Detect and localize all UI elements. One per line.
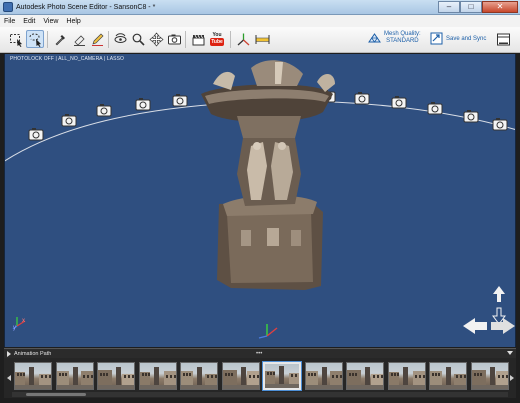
filmstrip-scroll-thumb[interactable] (26, 393, 86, 396)
eyedropper-button[interactable] (51, 30, 69, 48)
camera-button[interactable] (165, 30, 183, 48)
filmstrip-thumbnail[interactable] (97, 362, 135, 390)
collapse-panel-icon[interactable] (507, 351, 513, 355)
lasso-select-icon (29, 33, 41, 47)
menu-bar: File Edit View Help (0, 15, 520, 27)
svg-text:x: x (22, 318, 25, 324)
window-title: Autodesk Photo Scene Editor - SansonC8 -… (16, 3, 156, 11)
axis-button[interactable] (234, 30, 252, 48)
filmstrip-scrollbar[interactable] (12, 392, 508, 397)
rectangle-select-icon (9, 33, 22, 47)
svg-text:y: y (13, 325, 16, 331)
camera-marker-icon (135, 98, 151, 111)
layout-icon (496, 33, 510, 45)
mesh-quality-icon (368, 32, 381, 43)
animation-path-bar[interactable]: Animation Path ••• (4, 348, 516, 358)
save-and-sync-label: Save and Sync (446, 35, 487, 42)
orbit-icon (114, 32, 126, 43)
expand-triangle-icon (7, 350, 11, 357)
pan-button[interactable] (147, 30, 165, 48)
menu-view[interactable]: View (39, 18, 62, 25)
viewport-3d[interactable]: PHOTOLOCK OFF | ALL_NO_CAMERA | LASSO y … (4, 54, 516, 347)
camera-marker-icon (96, 104, 112, 117)
camera-marker-icon (172, 94, 188, 107)
panel-grip[interactable]: ••• (256, 351, 262, 357)
camera-marker-icon (354, 92, 370, 105)
fountain-mesh (201, 60, 335, 290)
zoom-icon (132, 33, 145, 46)
eraser-button[interactable] (70, 30, 88, 48)
menu-help[interactable]: Help (62, 18, 84, 25)
youtube-button[interactable]: You Tube (208, 30, 226, 48)
lasso-select-button[interactable] (26, 30, 44, 48)
zoom-button[interactable] (129, 30, 147, 48)
camera-marker-icon (28, 128, 44, 141)
axis-icon (237, 33, 249, 45)
close-button[interactable]: ✕ (482, 0, 518, 13)
toolbar-separator (230, 31, 231, 48)
arrow-right-icon (509, 375, 514, 381)
youtube-icon: Tube (210, 38, 224, 46)
filmstrip-thumbnail[interactable] (180, 362, 218, 390)
camera-marker-icon (391, 96, 407, 109)
camera-icon (167, 34, 181, 44)
window-controls: – □ ✕ (438, 0, 518, 14)
menu-file[interactable]: File (0, 18, 19, 25)
maximize-button[interactable]: □ (460, 0, 482, 13)
arrow-left-icon (6, 375, 11, 381)
camera-marker-icon (492, 118, 508, 131)
mesh-quality-value: STANDARD (386, 38, 419, 44)
axis-indicator-bottom-left: y x (12, 317, 26, 331)
measure-icon (255, 34, 269, 44)
filmstrip-thumbnail[interactable] (221, 362, 260, 390)
filmstrip-thumbnail[interactable] (14, 362, 52, 390)
rectangle-select-button[interactable] (7, 30, 25, 48)
filmstrip-thumbnail[interactable] (470, 362, 509, 390)
layout-button[interactable] (494, 30, 512, 48)
save-sync-icon (430, 32, 443, 45)
mesh-quality-control[interactable]: Mesh Quality: STANDARD (368, 31, 421, 45)
title-bar: Autodesk Photo Scene Editor - SansonC8 -… (0, 0, 520, 15)
camera-marker-icon (463, 110, 479, 123)
view-navigation-arrows (463, 286, 515, 334)
filmstrip-thumbnail[interactable] (138, 362, 177, 390)
filmstrip-thumbnail[interactable] (346, 362, 384, 390)
toolbar-separator (108, 31, 109, 48)
pencil-icon (91, 33, 103, 46)
scene-canvas: y x (5, 60, 515, 339)
eyedropper-icon (55, 34, 65, 45)
photo-filmstrip (4, 358, 516, 398)
filmstrip-thumbnail[interactable] (263, 362, 301, 390)
filmstrip-thumbnail[interactable] (429, 362, 467, 390)
camera-marker-icon (61, 114, 77, 127)
orbit-button[interactable] (111, 30, 129, 48)
pencil-button[interactable] (88, 30, 106, 48)
menu-edit[interactable]: Edit (19, 18, 39, 25)
app-icon (3, 2, 13, 12)
filmstrip-thumbnail[interactable] (304, 362, 343, 390)
clapperboard-icon (192, 34, 204, 45)
toolbar-separator (47, 31, 48, 48)
mesh-quality-label: Mesh Quality: (384, 31, 421, 37)
filmstrip-thumbnail[interactable] (55, 362, 94, 390)
pan-icon (148, 31, 164, 47)
toolbar: You Tube Mesh Quality: STANDARD Save and… (0, 27, 520, 53)
axis-gizmo-center (258, 324, 278, 339)
minimize-button[interactable]: – (438, 0, 460, 13)
eraser-icon (73, 34, 85, 46)
filmstrip-thumbnail[interactable] (387, 362, 426, 390)
save-and-sync-button[interactable]: Save and Sync (430, 32, 486, 45)
measure-button[interactable] (253, 30, 271, 48)
toolbar-separator (185, 31, 186, 48)
animation-path-label: Animation Path (14, 350, 52, 357)
clapperboard-button[interactable] (189, 30, 207, 48)
camera-marker-icon (427, 102, 443, 115)
